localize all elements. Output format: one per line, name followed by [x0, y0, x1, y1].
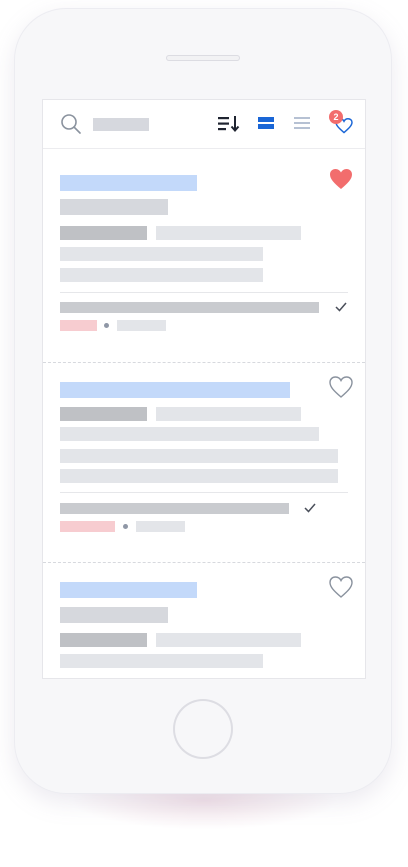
card-description-line	[60, 654, 263, 668]
heart-icon[interactable]	[329, 168, 353, 190]
card-title	[60, 382, 290, 398]
card-tag	[60, 320, 97, 331]
app-screen: 2	[43, 100, 365, 678]
card-description-line	[60, 469, 338, 483]
card-divider	[60, 292, 348, 293]
listing-card[interactable]	[43, 563, 365, 678]
card-title	[60, 582, 197, 598]
card-divider	[60, 492, 348, 493]
check-icon	[335, 302, 347, 312]
card-meta-label	[60, 633, 147, 647]
list-view-icon[interactable]	[293, 115, 311, 131]
card-meta-value	[156, 226, 301, 240]
card-footer-line	[60, 503, 289, 514]
card-description-line	[60, 427, 319, 441]
listing-card[interactable]	[43, 363, 365, 563]
listing-card[interactable]	[43, 149, 365, 363]
separator-dot	[123, 524, 128, 529]
card-description-line	[60, 268, 263, 282]
card-subtitle	[60, 199, 168, 215]
card-description-line	[60, 247, 263, 261]
top-toolbar: 2	[43, 100, 365, 149]
heart-icon[interactable]	[329, 376, 353, 398]
card-meta-value	[156, 633, 301, 647]
favorites-count-badge: 2	[329, 110, 343, 124]
card-footer-meta	[136, 521, 185, 532]
card-description-line	[60, 449, 338, 463]
card-meta-value	[156, 407, 301, 421]
card-footer-line	[60, 302, 319, 313]
card-footer-meta	[117, 320, 166, 331]
card-meta-label	[60, 226, 147, 240]
search-icon[interactable]	[60, 113, 82, 135]
phone-speaker	[166, 55, 240, 61]
card-tag	[60, 521, 115, 532]
home-button[interactable]	[173, 699, 233, 759]
grid-view-icon[interactable]	[257, 115, 275, 131]
card-title	[60, 175, 197, 191]
card-subtitle	[60, 607, 168, 623]
heart-icon[interactable]	[329, 576, 353, 598]
sort-icon[interactable]	[218, 114, 240, 134]
separator-dot	[104, 323, 109, 328]
favorites-button[interactable]: 2	[329, 110, 357, 138]
phone-frame: 2	[14, 8, 392, 794]
search-input[interactable]	[93, 118, 149, 131]
check-icon	[304, 503, 316, 513]
card-meta-label	[60, 407, 147, 421]
